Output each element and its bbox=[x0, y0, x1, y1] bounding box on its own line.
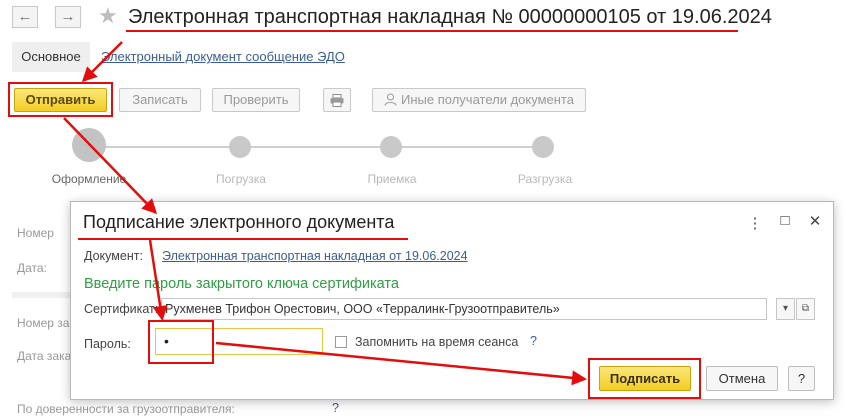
sign-highlight bbox=[588, 358, 701, 399]
person-icon bbox=[384, 93, 397, 106]
order-date-label: Дата зака bbox=[17, 349, 72, 363]
step-label-loading: Погрузка bbox=[216, 172, 266, 186]
page-title: Электронная транспортная накладная № 000… bbox=[128, 6, 772, 28]
step-dot-active bbox=[72, 128, 106, 162]
write-button[interactable]: Записать bbox=[119, 88, 201, 112]
title-underline bbox=[126, 30, 738, 32]
printer-icon bbox=[330, 94, 344, 107]
password-highlight bbox=[148, 320, 214, 364]
section-divider bbox=[12, 292, 70, 298]
certificate-open-button[interactable]: ⧉ bbox=[796, 298, 815, 320]
arrow-right-icon: → bbox=[60, 8, 76, 25]
date-label: Дата: bbox=[17, 261, 47, 275]
step-label-formalization: Оформление bbox=[51, 172, 127, 186]
forward-button[interactable]: → bbox=[55, 6, 81, 28]
other-recipients-button[interactable]: Иные получатели документа bbox=[372, 88, 586, 112]
dialog-title: Подписание электронного документа bbox=[83, 212, 395, 232]
check-button[interactable]: Проверить bbox=[212, 88, 300, 112]
remember-checkbox[interactable] bbox=[335, 336, 347, 348]
open-icon: ⧉ bbox=[801, 303, 810, 314]
power-of-attorney-help[interactable]: ? bbox=[332, 401, 339, 415]
help-button[interactable]: ? bbox=[788, 366, 815, 391]
chevron-down-icon: ▾ bbox=[782, 303, 789, 314]
close-icon[interactable]: ✕ bbox=[807, 212, 823, 230]
remember-label[interactable]: Запомнить на время сеанса bbox=[355, 335, 518, 349]
tab-edo-message[interactable]: Электронный документ сообщение ЭДО bbox=[101, 49, 345, 64]
step-dot bbox=[380, 136, 402, 158]
password-hint: Введите пароль закрытого ключа сертифика… bbox=[84, 276, 399, 292]
progress-track bbox=[90, 146, 545, 148]
back-button[interactable]: ← bbox=[12, 6, 38, 28]
send-highlight bbox=[8, 82, 113, 117]
order-number-label: Номер за bbox=[17, 316, 70, 330]
print-button[interactable] bbox=[323, 88, 351, 112]
document-link[interactable]: Электронная транспортная накладная от 19… bbox=[162, 249, 468, 263]
document-label: Документ: bbox=[84, 249, 143, 263]
step-label-unloading: Разгрузка bbox=[517, 172, 573, 186]
sign-document-dialog: Подписание электронного документа ⋮ □ ✕ … bbox=[70, 201, 834, 400]
certificate-field[interactable]: Рухменев Трифон Орестович, ООО «Терралин… bbox=[161, 298, 767, 320]
star-icon[interactable]: ★ bbox=[98, 3, 118, 29]
password-label: Пароль: bbox=[84, 337, 131, 351]
certificate-label: Сертификат: bbox=[84, 302, 159, 316]
step-dot bbox=[532, 136, 554, 158]
step-label-acceptance: Приемка bbox=[367, 172, 417, 186]
remember-help[interactable]: ? bbox=[530, 334, 537, 348]
dialog-menu-icon[interactable]: ⋮ bbox=[747, 214, 763, 232]
maximize-icon[interactable]: □ bbox=[777, 212, 793, 229]
tab-main[interactable]: Основное bbox=[12, 42, 90, 72]
cancel-button[interactable]: Отмена bbox=[706, 366, 778, 391]
dialog-title-underline bbox=[78, 238, 408, 240]
step-dot bbox=[229, 136, 251, 158]
other-recipients-label: Иные получатели документа bbox=[401, 92, 574, 107]
arrow-left-icon: ← bbox=[17, 8, 33, 25]
number-label: Номер bbox=[17, 226, 54, 240]
certificate-dropdown-button[interactable]: ▾ bbox=[776, 298, 795, 320]
